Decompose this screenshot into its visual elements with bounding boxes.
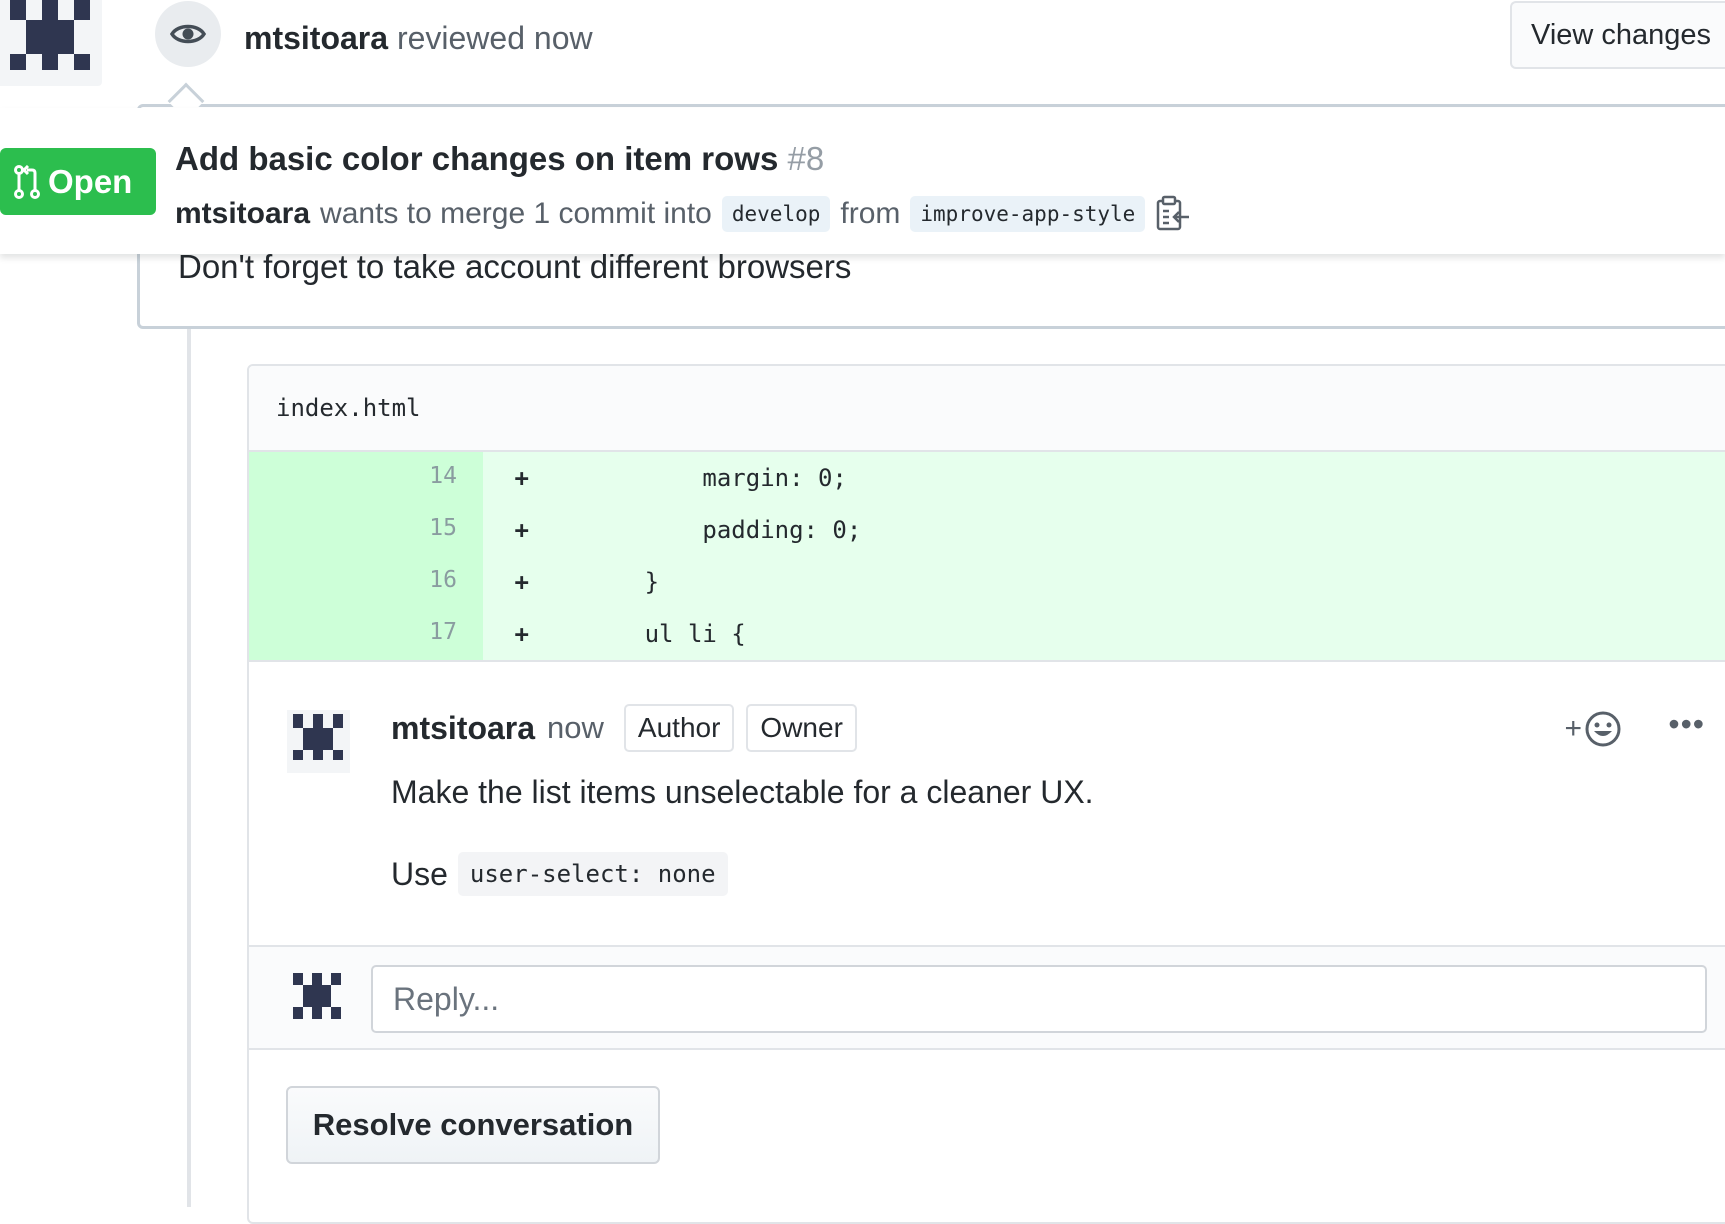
base-branch[interactable]: develop xyxy=(721,196,831,232)
git-pull-request-icon xyxy=(14,164,40,199)
code-line: + margin: 0; xyxy=(483,452,1725,504)
comment-author[interactable]: mtsitoara xyxy=(391,710,535,747)
clipboard-copy-icon[interactable] xyxy=(1155,195,1191,233)
pr-state-badge: Open xyxy=(0,148,156,215)
kebab-menu-icon[interactable]: ••• xyxy=(1668,706,1705,743)
code-text: margin: 0; xyxy=(529,464,847,492)
head-branch[interactable]: improve-app-style xyxy=(910,196,1146,232)
plus-icon: + xyxy=(1564,712,1582,745)
pr-merge-info: mtsitoara wants to merge 1 commit into d… xyxy=(175,190,1191,238)
line-number[interactable]: 15 xyxy=(249,504,483,556)
reply-input[interactable] xyxy=(371,965,1707,1033)
use-text: Use xyxy=(391,855,448,892)
diff-line: 16 + } xyxy=(249,556,1725,608)
avatar[interactable] xyxy=(289,971,345,1027)
pr-title: Add basic color changes on item rows #8 xyxy=(175,140,824,178)
comment-body-code-line: Use user-select: none xyxy=(391,852,728,896)
pr-author[interactable]: mtsitoara xyxy=(175,197,310,231)
review-thread: index.html 14 + margin: 0; 15 + padding:… xyxy=(247,364,1725,1224)
pr-state-label: Open xyxy=(48,162,133,200)
comment-time[interactable]: now xyxy=(547,710,604,746)
author-badge: Author xyxy=(623,704,735,752)
code-text: } xyxy=(529,568,660,596)
diff-sign: + xyxy=(514,516,529,544)
resolve-conversation-button[interactable]: Resolve conversation xyxy=(286,1086,660,1164)
pr-sticky-header: Open Add basic color changes on item row… xyxy=(0,108,1725,254)
avatar[interactable] xyxy=(287,710,350,773)
diff-sign: + xyxy=(514,464,529,492)
pr-merge-text: wants to merge 1 commit into xyxy=(320,197,712,230)
diff-line: 15 + padding: 0; xyxy=(249,504,1725,556)
code-text: padding: 0; xyxy=(529,516,862,544)
pr-number: #8 xyxy=(787,140,825,177)
view-changes-button[interactable]: View changes xyxy=(1510,1,1725,69)
inline-code: user-select: none xyxy=(457,852,728,896)
diff-sign: + xyxy=(514,620,529,648)
code-line: + ul li { xyxy=(483,608,1725,660)
file-name[interactable]: index.html xyxy=(276,394,421,422)
review-meta: mtsitoara reviewed now xyxy=(244,20,593,57)
add-reaction-button[interactable]: + xyxy=(1564,707,1622,751)
comment-body: Make the list items unselectable for a c… xyxy=(391,774,1094,810)
diff-line: 17 + ul li { xyxy=(249,608,1725,660)
review-time[interactable]: now xyxy=(534,20,593,56)
line-number[interactable]: 14 xyxy=(249,452,483,504)
pr-title-text: Add basic color changes on item rows xyxy=(175,140,779,177)
diff-sign: + xyxy=(514,568,529,596)
review-author[interactable]: mtsitoara xyxy=(244,20,388,56)
file-header: index.html xyxy=(249,366,1725,452)
code-text: ul li { xyxy=(529,620,746,648)
add-reaction-icon xyxy=(1585,711,1621,747)
diff-hunk: 14 + margin: 0; 15 + padding: 0; 16 + } xyxy=(249,452,1725,662)
from-text: from xyxy=(840,197,901,230)
line-number[interactable]: 16 xyxy=(249,556,483,608)
owner-badge: Owner xyxy=(746,704,857,752)
review-comment: mtsitoara now Author Owner + ••• Make th… xyxy=(249,662,1725,945)
resolve-area: Resolve conversation xyxy=(249,1050,1725,1222)
comment-header: mtsitoara now Author Owner xyxy=(391,702,857,754)
line-number[interactable]: 17 xyxy=(249,608,483,660)
code-line: + padding: 0; xyxy=(483,504,1725,556)
diff-line: 14 + margin: 0; xyxy=(249,452,1725,504)
reply-bar xyxy=(249,945,1725,1050)
code-line: + } xyxy=(483,556,1725,608)
reviewer-avatar[interactable] xyxy=(0,0,102,86)
review-action: reviewed xyxy=(396,20,525,56)
eye-icon xyxy=(155,1,221,67)
